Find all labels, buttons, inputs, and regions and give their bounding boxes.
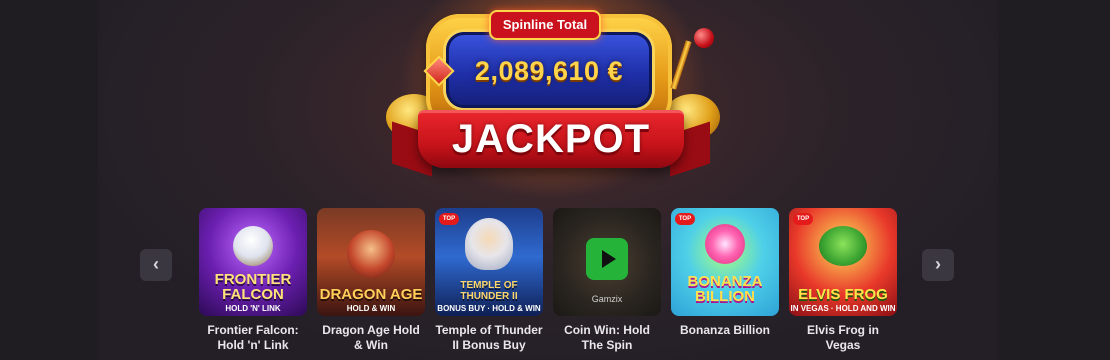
jackpot-total-label: Spinline Total bbox=[489, 10, 601, 40]
game-carousel: FRONTIER FALCON HOLD 'N' LINK Frontier F… bbox=[199, 208, 899, 360]
game-card[interactable]: TOP ELVIS FROG IN VEGAS · HOLD AND WIN E… bbox=[789, 208, 897, 353]
right-margin bbox=[998, 0, 1110, 360]
provider-label: Gamzix bbox=[591, 294, 623, 304]
frog-icon bbox=[819, 226, 867, 266]
left-margin bbox=[0, 0, 98, 360]
thumb-subtitle: BONUS BUY · HOLD & WIN bbox=[437, 304, 541, 313]
zeus-icon bbox=[465, 218, 513, 270]
game-card[interactable]: TOP BONANZA BILLION Bonanza Billion bbox=[671, 208, 779, 338]
carousel-prev-button[interactable]: ‹ bbox=[140, 249, 172, 281]
game-title[interactable]: Elvis Frog in Vegas bbox=[789, 323, 897, 353]
jackpot-amount: 2,089,610 € bbox=[474, 56, 624, 86]
thumb-subtitle: IN VEGAS · HOLD AND WIN bbox=[790, 304, 896, 313]
falcon-icon bbox=[233, 226, 273, 266]
game-title[interactable]: Temple of Thunder II Bonus Buy bbox=[435, 323, 543, 353]
thumb-title: TEMPLE OF THUNDER II bbox=[460, 280, 518, 302]
game-card[interactable]: DRAGON AGE HOLD & WIN Dragon Age Hold & … bbox=[317, 208, 425, 353]
thumb-title: FRONTIER FALCON bbox=[214, 271, 292, 303]
game-thumbnail[interactable]: TOP ELVIS FROG IN VEGAS · HOLD AND WIN bbox=[789, 208, 897, 316]
thumb-subtitle: HOLD & WIN bbox=[346, 304, 396, 313]
game-thumbnail[interactable]: FRONTIER FALCON HOLD 'N' LINK bbox=[199, 208, 307, 316]
game-thumbnail[interactable]: TOP TEMPLE OF THUNDER II BONUS BUY · HOL… bbox=[435, 208, 543, 316]
game-title[interactable]: Dragon Age Hold & Win bbox=[317, 323, 425, 353]
top-badge: TOP bbox=[439, 213, 459, 225]
top-badge: TOP bbox=[793, 213, 813, 225]
game-card[interactable]: TOP TEMPLE OF THUNDER II BONUS BUY · HOL… bbox=[435, 208, 543, 353]
chevron-right-icon: › bbox=[935, 254, 941, 274]
carousel-next-button[interactable]: › bbox=[922, 249, 954, 281]
game-title[interactable]: Coin Win: Hold The Spin bbox=[553, 323, 661, 353]
thumb-title: ELVIS FROG bbox=[798, 286, 888, 303]
lever-knob-icon bbox=[694, 28, 714, 48]
game-thumbnail[interactable]: DRAGON AGE HOLD & WIN bbox=[317, 208, 425, 316]
jackpot-banner[interactable]: 2,089,610 € Spinline Total JACKPOT bbox=[378, 0, 728, 200]
top-badge: TOP bbox=[675, 213, 695, 225]
game-thumbnail[interactable]: TOP BONANZA BILLION bbox=[671, 208, 779, 316]
chevron-left-icon: ‹ bbox=[153, 254, 159, 274]
game-title[interactable]: Bonanza Billion bbox=[671, 323, 779, 338]
candy-icon bbox=[705, 224, 745, 264]
thumb-subtitle: HOLD 'N' LINK bbox=[225, 304, 281, 313]
jackpot-title: JACKPOT bbox=[451, 117, 651, 161]
game-card[interactable]: Gamzix Coin Win: Hold The Spin bbox=[553, 208, 661, 353]
dragon-icon bbox=[347, 230, 395, 278]
game-card[interactable]: FRONTIER FALCON HOLD 'N' LINK Frontier F… bbox=[199, 208, 307, 353]
thumb-title: DRAGON AGE bbox=[319, 286, 423, 303]
play-icon bbox=[602, 250, 616, 268]
game-title[interactable]: Frontier Falcon: Hold 'n' Link bbox=[199, 323, 307, 353]
game-thumbnail[interactable]: Gamzix bbox=[553, 208, 661, 316]
play-button[interactable] bbox=[586, 238, 628, 280]
thumb-title: BONANZA BILLION bbox=[687, 273, 763, 305]
